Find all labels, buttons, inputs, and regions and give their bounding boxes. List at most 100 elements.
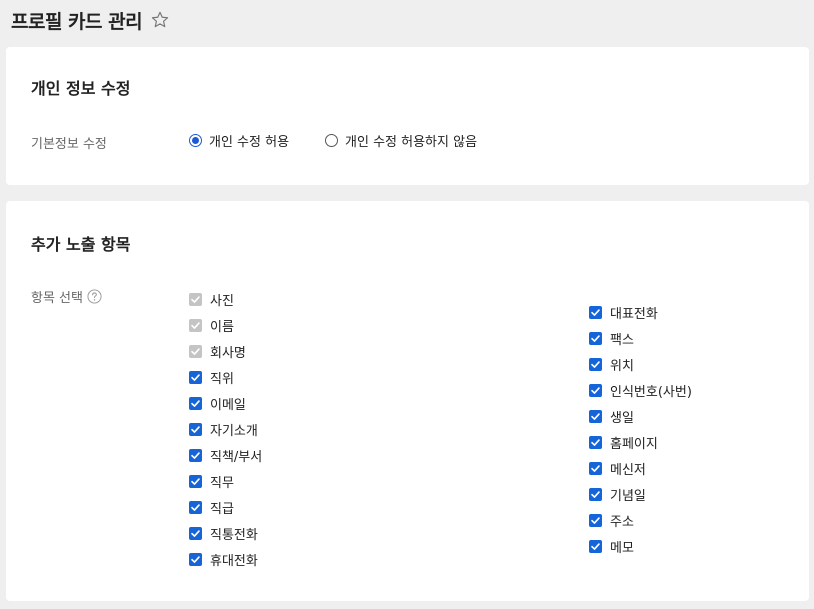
checkmark-icon [591, 464, 600, 472]
checklist-item: 이름 [189, 312, 262, 338]
checklist-item[interactable]: 직통전화 [189, 520, 262, 546]
basic-info-edit-label-text: 기본정보 수정 [31, 137, 107, 152]
checklist-item[interactable]: 이메일 [189, 390, 262, 416]
checkbox [189, 344, 202, 358]
checklist-item[interactable]: 직책/부서 [189, 442, 262, 468]
checklist-item[interactable]: 인식번호(사번) [589, 377, 692, 403]
checkmark-icon [591, 386, 600, 394]
checklist-item[interactable]: 메모 [589, 533, 692, 559]
checkbox [189, 318, 202, 332]
checkbox[interactable] [189, 474, 202, 488]
checkbox[interactable] [189, 422, 202, 436]
checkmark-icon [591, 334, 600, 342]
checklist-item[interactable]: 직위 [189, 364, 262, 390]
checklist-item[interactable]: 직급 [189, 494, 262, 520]
checklist-item[interactable]: 직무 [189, 468, 262, 494]
radio-button[interactable] [189, 134, 202, 147]
checkmark-icon [191, 555, 200, 563]
item-select-label-text: 항목 선택 [31, 291, 83, 306]
checkbox[interactable] [589, 539, 602, 553]
checkbox-label: 인식번호(사번) [610, 384, 692, 400]
checkbox-label: 기념일 [610, 488, 646, 504]
checkbox-label: 회사명 [210, 345, 246, 361]
checklist-item[interactable]: 생일 [589, 403, 692, 429]
checkbox-label: 생일 [610, 410, 634, 426]
exposure-checklist-left: 사진이름회사명직위이메일자기소개직책/부서직무직급직통전화휴대전화 [189, 286, 262, 572]
personal-info-card: 개인 정보 수정 기본정보 수정 개인 수정 허용 개인 수정 허용하지 않음 [6, 47, 809, 185]
checkbox-label: 직통전화 [210, 527, 258, 543]
checkmark-icon [191, 529, 200, 537]
checkmark-icon [591, 438, 600, 446]
checkbox-label: 대표전화 [610, 306, 658, 322]
checkmark-icon [191, 477, 200, 485]
checkbox[interactable] [189, 526, 202, 540]
checkbox[interactable] [189, 370, 202, 384]
radio-label: 개인 수정 허용하지 않음 [345, 135, 478, 150]
checklist-item[interactable]: 대표전화 [589, 299, 692, 325]
checkmark-icon [191, 373, 200, 381]
checkbox[interactable] [589, 409, 602, 423]
edit-permission-option[interactable]: 개인 수정 허용 [189, 131, 289, 150]
checkmark-icon [191, 399, 200, 407]
checklist-item[interactable]: 자기소개 [189, 416, 262, 442]
checkbox-label: 홈페이지 [610, 436, 658, 452]
checkmark-icon [591, 516, 600, 524]
checkbox[interactable] [189, 448, 202, 462]
checkmark-icon [191, 451, 200, 459]
radio-label: 개인 수정 허용 [209, 135, 290, 150]
checkbox [189, 292, 202, 306]
checkmark-icon [591, 542, 600, 550]
star-icon[interactable] [150, 10, 170, 30]
checkbox-label: 메모 [610, 540, 634, 556]
checklist-item[interactable]: 메신저 [589, 455, 692, 481]
checklist-item: 회사명 [189, 338, 262, 364]
checkbox[interactable] [589, 487, 602, 501]
checkbox[interactable] [589, 331, 602, 345]
checkbox[interactable] [589, 383, 602, 397]
checkbox[interactable] [589, 513, 602, 527]
checklist-item[interactable]: 휴대전화 [189, 546, 262, 572]
checklist-item[interactable]: 기념일 [589, 481, 692, 507]
checkbox[interactable] [189, 396, 202, 410]
checkbox-label: 직책/부서 [210, 449, 263, 465]
checklist-item[interactable]: 주소 [589, 507, 692, 533]
personal-info-title: 개인 정보 수정 [31, 79, 131, 98]
checkmark-icon [591, 308, 600, 316]
radio-button[interactable] [325, 134, 339, 147]
checkbox-label: 직급 [210, 501, 234, 517]
checkbox[interactable] [589, 305, 602, 319]
checkbox-label: 이메일 [210, 397, 246, 413]
checkbox-label: 위치 [610, 358, 634, 374]
checkbox[interactable] [589, 357, 602, 371]
checkmark-icon [191, 321, 200, 329]
checkbox[interactable] [589, 461, 602, 475]
checkbox-label: 주소 [610, 514, 634, 530]
item-select-label: 항목 선택 [31, 287, 102, 306]
checkbox-label: 이름 [210, 319, 234, 335]
edit-permission-option[interactable]: 개인 수정 허용하지 않음 [325, 131, 477, 150]
checkbox-label: 팩스 [610, 332, 634, 348]
checklist-item[interactable]: 홈페이지 [589, 429, 692, 455]
checkbox[interactable] [589, 435, 602, 449]
checkmark-icon [591, 360, 600, 368]
exposure-checklist-right: 대표전화팩스위치인식번호(사번) 생일홈페이지메신저기념일주소메모 [589, 299, 692, 559]
exposure-items-card: 추가 노출 항목 항목 선택 사진이름회사명직위이메일자기소개직책/부서직무직급… [6, 201, 809, 601]
basic-info-edit-label: 기본정보 수정 [31, 133, 107, 152]
checkmark-icon [191, 503, 200, 511]
checkbox-label: 직위 [210, 371, 234, 387]
checkmark-icon [191, 295, 200, 303]
checklist-item[interactable]: 위치 [589, 351, 692, 377]
checkbox[interactable] [189, 500, 202, 514]
checkmark-icon [191, 347, 200, 355]
page-header: 프로필 카드 관리 [11, 6, 170, 34]
checklist-item[interactable]: 팩스 [589, 325, 692, 351]
checkbox[interactable] [189, 552, 202, 566]
edit-permission-radio-group: 개인 수정 허용 개인 수정 허용하지 않음 [189, 131, 513, 150]
checkbox-label: 사진 [210, 293, 234, 309]
checkmark-icon [191, 425, 200, 433]
checkbox-label: 휴대전화 [210, 553, 258, 569]
help-icon[interactable] [87, 289, 102, 304]
page-title: 프로필 카드 관리 [11, 10, 143, 33]
exposure-items-title: 추가 노출 항목 [31, 235, 131, 254]
checkbox-label: 메신저 [610, 462, 646, 478]
